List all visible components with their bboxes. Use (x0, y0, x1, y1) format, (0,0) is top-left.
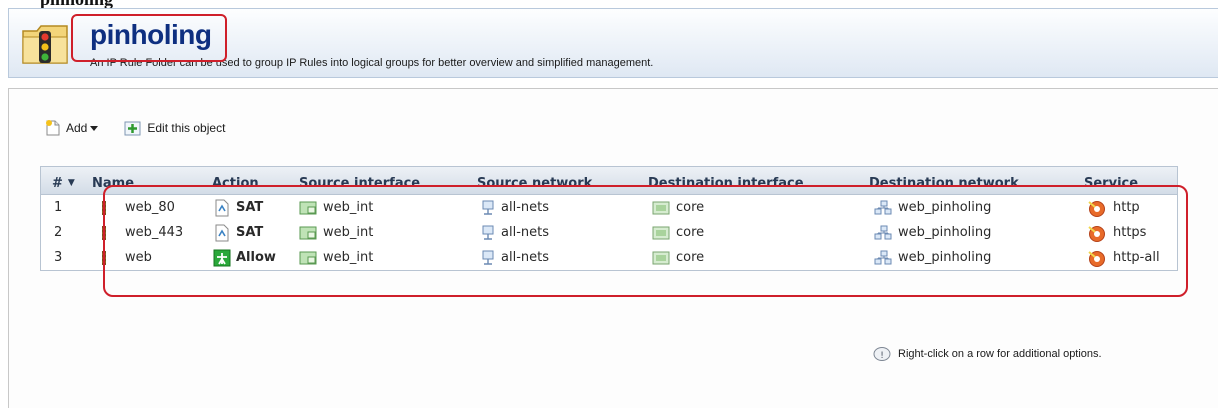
service-icon (1088, 250, 1105, 267)
row-index: 3 (54, 250, 63, 265)
column-header-destination-interface[interactable]: Destination interface (648, 167, 804, 194)
hint-text: Right-click on a row for additional opti… (898, 348, 1102, 360)
destination-network-cell[interactable]: web_pinholing (874, 220, 991, 245)
context-menu-hint: ! Right-click on a row for additional op… (872, 346, 1102, 362)
sort-arrow-icon: ▼ (67, 178, 75, 188)
chevron-down-icon (90, 126, 99, 131)
action-cell[interactable]: SAT (213, 195, 263, 220)
source-interface-cell[interactable]: web_int (299, 195, 373, 220)
add-button[interactable]: Add (44, 119, 105, 137)
network-icon (482, 250, 494, 265)
table-row[interactable]: 3 web Allow web_int all-nets core web_pi… (41, 245, 1177, 270)
toolbar: Add Edit this object (44, 117, 225, 139)
table-header: # ▼ Name Action Source interface Source … (41, 167, 1177, 195)
rules-table: # ▼ Name Action Source interface Source … (40, 166, 1178, 271)
svg-text:!: ! (880, 351, 884, 361)
interface-icon (299, 226, 317, 239)
edit-label: Edit this object (147, 121, 226, 135)
core-interface-icon (652, 226, 670, 239)
core-interface-icon (652, 201, 670, 214)
action-cell[interactable]: Allow (213, 245, 276, 270)
network-group-icon (874, 200, 892, 214)
column-header-source-interface[interactable]: Source interface (299, 167, 420, 194)
source-interface-cell[interactable]: web_int (299, 245, 373, 270)
column-header-name[interactable]: Name (92, 167, 134, 194)
source-network-cell[interactable]: all-nets (481, 195, 549, 220)
rule-name-cell[interactable]: web (101, 245, 152, 270)
rule-name-cell[interactable]: web_80 (101, 195, 175, 220)
row-index: 1 (54, 200, 63, 215)
destination-interface-cell[interactable]: core (652, 245, 704, 270)
source-network-cell[interactable]: all-nets (481, 245, 549, 270)
edit-object-button[interactable]: Edit this object (123, 119, 225, 137)
destination-interface-cell[interactable]: core (652, 195, 704, 220)
table-row[interactable]: 1 web_80 SAT web_int all-nets core web_p… (41, 195, 1177, 220)
service-icon (1088, 200, 1105, 217)
network-group-icon (874, 225, 892, 239)
column-header-service[interactable]: Service (1084, 167, 1138, 194)
source-interface-cell[interactable]: web_int (299, 220, 373, 245)
destination-network-cell[interactable]: web_pinholing (874, 195, 991, 220)
service-cell[interactable]: http (1087, 195, 1140, 220)
rule-handle-icon (102, 200, 106, 215)
rule-handle-icon (102, 250, 106, 265)
action-cell[interactable]: SAT (213, 220, 263, 245)
folder-header: pinholing An IP Rule Folder can be used … (8, 8, 1218, 78)
network-icon (482, 225, 494, 240)
source-network-cell[interactable]: all-nets (481, 220, 549, 245)
column-header-source-network[interactable]: Source network (477, 167, 592, 194)
folder-traffic-light-icon (22, 25, 68, 64)
page-description: An IP Rule Folder can be used to group I… (90, 57, 654, 69)
rule-name-cell[interactable]: web_443 (101, 220, 183, 245)
rule-handle-icon (102, 225, 106, 240)
sat-icon (215, 224, 229, 241)
destination-interface-cell[interactable]: core (652, 220, 704, 245)
row-index: 2 (54, 225, 63, 240)
column-header-destination-network[interactable]: Destination network (869, 167, 1019, 194)
core-interface-icon (652, 251, 670, 264)
service-cell[interactable]: http-all (1087, 245, 1160, 270)
allow-icon (213, 249, 231, 266)
table-row[interactable]: 2 web_443 SAT web_int all-nets core web_… (41, 220, 1177, 245)
info-icon: ! (873, 347, 891, 361)
service-cell[interactable]: https (1087, 220, 1146, 245)
column-header-index[interactable]: # ▼ (52, 167, 79, 194)
interface-icon (299, 251, 317, 264)
page-title: pinholing (90, 19, 212, 50)
add-label: Add (66, 121, 88, 135)
sat-icon (215, 199, 229, 216)
service-icon (1088, 225, 1105, 242)
add-icon (46, 120, 60, 136)
edit-icon (124, 121, 141, 136)
network-group-icon (874, 250, 892, 264)
interface-icon (299, 201, 317, 214)
column-header-action[interactable]: Action (212, 167, 259, 194)
destination-network-cell[interactable]: web_pinholing (874, 245, 991, 270)
network-icon (482, 200, 494, 215)
